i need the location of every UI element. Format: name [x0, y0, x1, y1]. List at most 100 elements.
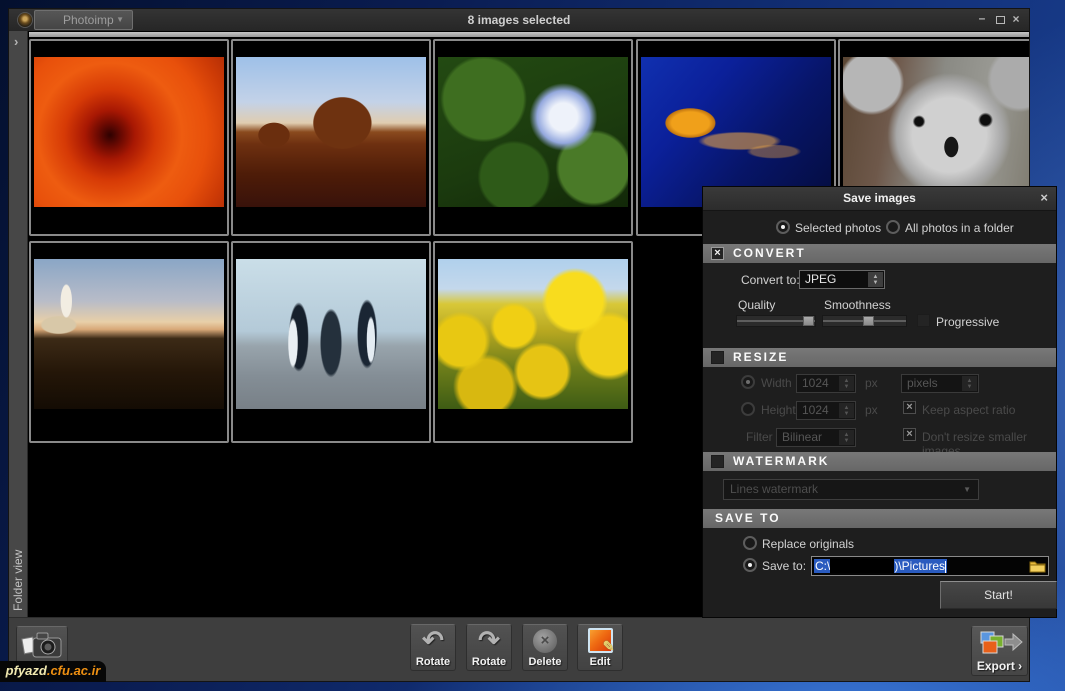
titlebar: 8 images selected Photoimp ▼ – ×: [9, 9, 1029, 31]
thumbnail-hydrangea[interactable]: [438, 57, 628, 207]
height-radio[interactable]: [741, 402, 755, 416]
all-photos-radio[interactable]: [886, 220, 900, 234]
thumbnail-cell[interactable]: [29, 241, 229, 443]
format-select[interactable]: JPEG: [799, 270, 885, 289]
app-logo-icon: [17, 12, 33, 28]
edit-label: Edit: [578, 656, 622, 668]
dialog-title: Save images: [703, 187, 1056, 210]
smoothness-label: Smoothness: [824, 298, 891, 312]
thumbnail-cell[interactable]: [231, 241, 431, 443]
pencil-icon: ✎: [603, 638, 615, 655]
thumbnail-cell[interactable]: [433, 241, 633, 443]
watermark-checkbox[interactable]: [711, 455, 724, 468]
rotate-right-label: Rotate: [467, 656, 511, 668]
save-path-prefix: C:\: [815, 559, 830, 573]
edit-button[interactable]: ✎ Edit: [577, 624, 623, 671]
rotate-right-button[interactable]: ↷ Rotate: [466, 624, 512, 671]
start-button[interactable]: Start!: [940, 581, 1057, 609]
width-input[interactable]: 1024: [796, 374, 856, 393]
horizontal-scrollbar[interactable]: [29, 32, 1029, 37]
thumbnail-cell[interactable]: [433, 39, 633, 236]
delete-circle-icon: ×: [533, 629, 557, 653]
width-value: 1024: [802, 375, 829, 392]
thumbnail-monument-valley[interactable]: [236, 57, 426, 207]
unit-spinner-icon[interactable]: [962, 376, 977, 391]
browse-folder-button[interactable]: [1029, 559, 1046, 573]
radio-dot: [746, 380, 750, 384]
format-spinner-icon[interactable]: [868, 272, 883, 287]
watermark-section-bar: WATERMARK: [703, 452, 1056, 471]
maximize-button[interactable]: [993, 9, 1007, 31]
watermark-section-label: WATERMARK: [733, 452, 829, 471]
thumbnail-red-dahlia[interactable]: [34, 57, 224, 207]
selected-photos-radio[interactable]: [776, 220, 790, 234]
app-menu-label: Photoimp: [63, 13, 114, 27]
thumbnail-jellyfish[interactable]: [641, 57, 831, 207]
thumbnail-lighthouse[interactable]: [34, 259, 224, 409]
height-input[interactable]: 1024: [796, 401, 856, 420]
saveto-section-bar: SAVE TO: [703, 509, 1056, 528]
export-button[interactable]: Export ›: [971, 626, 1028, 676]
dialog-header: Save images ×: [703, 187, 1056, 211]
unit-select[interactable]: pixels: [901, 374, 979, 393]
keep-aspect-label: Keep aspect ratio: [922, 403, 1015, 417]
selected-photos-label[interactable]: Selected photos: [795, 221, 881, 235]
convert-section-bar: × CONVERT: [703, 244, 1056, 263]
dont-resize-checkbox[interactable]: ×: [903, 428, 916, 441]
delete-button[interactable]: × Delete: [522, 624, 568, 671]
camera-icon: [17, 629, 67, 657]
watermark-value: Lines watermark: [730, 480, 818, 499]
smoothness-slider-thumb[interactable]: [863, 316, 874, 326]
rotate-left-label: Rotate: [411, 656, 455, 668]
smoothness-slider[interactable]: [822, 315, 907, 327]
expand-sidebar-icon[interactable]: ›: [14, 34, 18, 49]
replace-originals-radio[interactable]: [743, 536, 757, 550]
filter-label: Filter: [746, 430, 773, 444]
thumbnail-cell[interactable]: [29, 39, 229, 236]
watermark-select[interactable]: Lines watermark: [723, 479, 979, 500]
bottom-toolbar: ↶ Rotate ↷ Rotate × Delete ✎ Edit: [9, 617, 1029, 681]
resize-checkbox[interactable]: [711, 351, 724, 364]
redacted-path-segment: [830, 559, 894, 573]
close-button[interactable]: ×: [1009, 9, 1023, 31]
replace-originals-label[interactable]: Replace originals: [762, 537, 854, 551]
resize-section-label: RESIZE: [733, 348, 788, 367]
sidebar-label: Folder view: [9, 521, 28, 611]
width-label: Width: [761, 376, 792, 390]
keep-aspect-checkbox[interactable]: ×: [903, 401, 916, 414]
save-path-input[interactable]: C:\)\Pictures: [811, 556, 1049, 576]
width-spinner-icon[interactable]: [839, 376, 854, 391]
app-menu-button[interactable]: Photoimp ▼: [34, 10, 133, 30]
rotate-left-button[interactable]: ↶ Rotate: [410, 624, 456, 671]
quality-slider[interactable]: [736, 315, 816, 327]
folder-view-sidebar[interactable]: › Folder view: [9, 31, 28, 617]
thumbnail-tulips[interactable]: [438, 259, 628, 409]
thumbnail-cell[interactable]: [231, 39, 431, 236]
desktop: { "titlebar": { "app_button": "Photoimp"…: [0, 0, 1065, 691]
text-caret: [945, 561, 946, 573]
thumbnail-penguins[interactable]: [236, 259, 426, 409]
minimize-button[interactable]: –: [975, 9, 989, 31]
thumbnail-koala[interactable]: [843, 57, 1030, 207]
convert-checkbox[interactable]: ×: [711, 247, 724, 260]
export-label: Export ›: [972, 659, 1027, 673]
width-px-label: px: [865, 376, 878, 390]
brand-right: .cfu.ac.ir: [47, 663, 100, 678]
dialog-close-button[interactable]: ×: [1040, 187, 1048, 209]
filter-spinner-icon[interactable]: [839, 430, 854, 445]
height-spinner-icon[interactable]: [839, 403, 854, 418]
format-value: JPEG: [805, 271, 836, 288]
maximize-icon: [996, 16, 1005, 24]
brand-watermark: pfyazd.cfu.ac.ir: [0, 661, 106, 682]
convert-section-label: CONVERT: [733, 244, 806, 263]
delete-x-icon: ×: [523, 627, 567, 655]
quality-slider-thumb[interactable]: [803, 316, 814, 326]
saveto-section-label: SAVE TO: [715, 509, 781, 528]
filter-select[interactable]: Bilinear: [776, 428, 856, 447]
progressive-label[interactable]: Progressive: [936, 315, 999, 329]
all-photos-label[interactable]: All photos in a folder: [905, 221, 1014, 235]
save-images-dialog: Save images × Selected photos All photos…: [702, 186, 1057, 618]
progressive-checkbox[interactable]: [917, 314, 930, 327]
quality-label: Quality: [738, 298, 775, 312]
width-radio[interactable]: [741, 375, 755, 389]
